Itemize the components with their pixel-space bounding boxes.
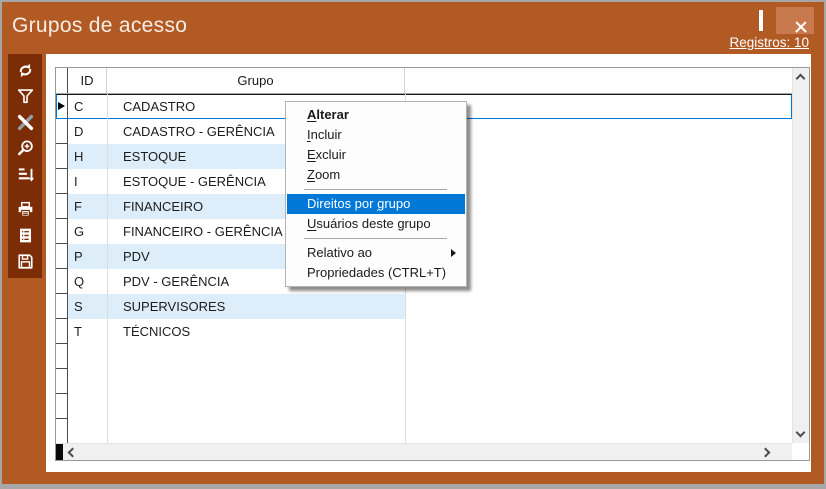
menu-item-alterar[interactable]: Alterar — [287, 105, 465, 125]
registros-link[interactable]: Registros: 10 — [729, 35, 809, 50]
scroll-left-icon[interactable] — [68, 447, 78, 457]
refresh-icon — [16, 61, 35, 80]
filter-icon — [16, 87, 35, 106]
cell-filler — [405, 294, 792, 319]
print-icon — [16, 200, 35, 219]
menu-item-excluir[interactable]: Excluir — [287, 145, 465, 165]
cell-filler — [68, 394, 792, 419]
empty-row — [56, 419, 792, 443]
cell-id[interactable]: P — [68, 244, 107, 269]
empty-row — [56, 344, 792, 369]
content-panel: ID Grupo CCADASTRODCADASTRO - GERÊNCIAHE… — [46, 54, 811, 472]
cell-id[interactable]: S — [68, 294, 107, 319]
report-button[interactable] — [10, 222, 40, 248]
menu-separator — [304, 238, 447, 239]
maximize-icon — [759, 12, 763, 30]
cell-id[interactable]: F — [68, 194, 107, 219]
clear-filter-icon — [16, 113, 35, 132]
row-selector-cell[interactable] — [56, 294, 68, 319]
scroll-up-icon[interactable] — [796, 74, 806, 84]
row-selector-cell — [56, 419, 68, 443]
report-icon — [16, 226, 35, 245]
scroll-down-icon[interactable] — [796, 428, 806, 438]
column-header-grupo[interactable]: Grupo — [107, 68, 405, 93]
cell-id[interactable]: C — [68, 94, 107, 119]
window-title: Grupos de acesso — [12, 14, 187, 38]
cell-id[interactable]: H — [68, 144, 107, 169]
maximize-button[interactable] — [746, 7, 776, 34]
header-filler — [405, 68, 792, 93]
title-bar[interactable]: Grupos de acesso Registros: 10 — [2, 2, 824, 52]
context-menu: AlterarIncluirExcluirZoom Direitos por gr… — [285, 101, 467, 287]
row-selector-cell[interactable] — [56, 219, 68, 244]
row-selector-cell[interactable] — [56, 169, 68, 194]
scroll-right-icon[interactable] — [761, 447, 771, 457]
empty-row — [56, 369, 792, 394]
menu-item-usu-rios-deste-grupo[interactable]: Usuários deste grupo — [287, 214, 465, 234]
row-selector-cell[interactable] — [56, 319, 68, 344]
cell-grupo[interactable]: SUPERVISORES — [107, 294, 405, 319]
vertical-scrollbar[interactable] — [792, 68, 809, 443]
refresh-button[interactable] — [10, 57, 40, 83]
window-controls — [716, 7, 814, 34]
cell-id[interactable]: Q — [68, 269, 107, 294]
cell-filler — [68, 344, 792, 369]
row-selector-cell[interactable] — [56, 119, 68, 144]
cell-filler — [405, 319, 792, 344]
hscroll-left-block — [56, 444, 63, 461]
grid-header-row: ID Grupo — [56, 68, 792, 94]
empty-row — [56, 394, 792, 419]
row-selector-cell[interactable] — [56, 194, 68, 219]
sort-button[interactable] — [10, 161, 40, 187]
current-row-marker-icon — [58, 102, 65, 110]
submenu-arrow-icon — [451, 249, 456, 257]
gridline-id-grupo — [107, 94, 108, 443]
row-selector-cell — [56, 369, 68, 394]
table-row[interactable]: TTÉCNICOS — [56, 319, 792, 344]
save-icon — [16, 252, 35, 271]
cell-grupo[interactable]: TÉCNICOS — [107, 319, 405, 344]
sort-icon — [16, 165, 35, 184]
menu-item-direitos-por-grupo[interactable]: Direitos por grupo — [287, 194, 465, 214]
window-body: ID Grupo CCADASTRODCADASTRO - GERÊNCIAHE… — [4, 54, 822, 484]
cell-filler — [68, 419, 792, 443]
menu-item-incluir[interactable]: Incluir — [287, 125, 465, 145]
app-window: Grupos de acesso Registros: 10 ID Grupo … — [0, 0, 826, 489]
row-selector-cell[interactable] — [56, 244, 68, 269]
menu-item-relativo-ao[interactable]: Relativo ao — [287, 243, 465, 263]
row-selector-cell — [56, 394, 68, 419]
menu-item-propriedades-ctrl-t[interactable]: Propriedades (CTRL+T) — [287, 263, 465, 283]
column-header-id[interactable]: ID — [68, 68, 107, 93]
row-selector-cell[interactable] — [56, 144, 68, 169]
toolbar — [8, 54, 42, 278]
save-button[interactable] — [10, 248, 40, 274]
row-selector-cell[interactable] — [56, 269, 68, 294]
cell-id[interactable]: T — [68, 319, 107, 344]
zoom-button[interactable] — [10, 135, 40, 161]
cell-id[interactable]: G — [68, 219, 107, 244]
row-selector-cell — [56, 344, 68, 369]
row-selector-cell[interactable] — [56, 94, 68, 119]
menu-item-zoom[interactable]: Zoom — [287, 165, 465, 185]
close-button[interactable] — [776, 7, 814, 34]
horizontal-scrollbar[interactable] — [56, 443, 792, 460]
zoom-icon — [16, 139, 35, 158]
filter-button[interactable] — [10, 83, 40, 109]
cell-id[interactable]: D — [68, 119, 107, 144]
table-row[interactable]: SSUPERVISORES — [56, 294, 792, 319]
cell-id[interactable]: I — [68, 169, 107, 194]
grid-corner-cell — [56, 68, 68, 93]
menu-separator — [304, 189, 447, 190]
print-button[interactable] — [10, 196, 40, 222]
cell-filler — [68, 369, 792, 394]
minimize-button[interactable] — [716, 7, 746, 34]
clear-filter-button[interactable] — [10, 109, 40, 135]
left-rail — [4, 54, 46, 484]
